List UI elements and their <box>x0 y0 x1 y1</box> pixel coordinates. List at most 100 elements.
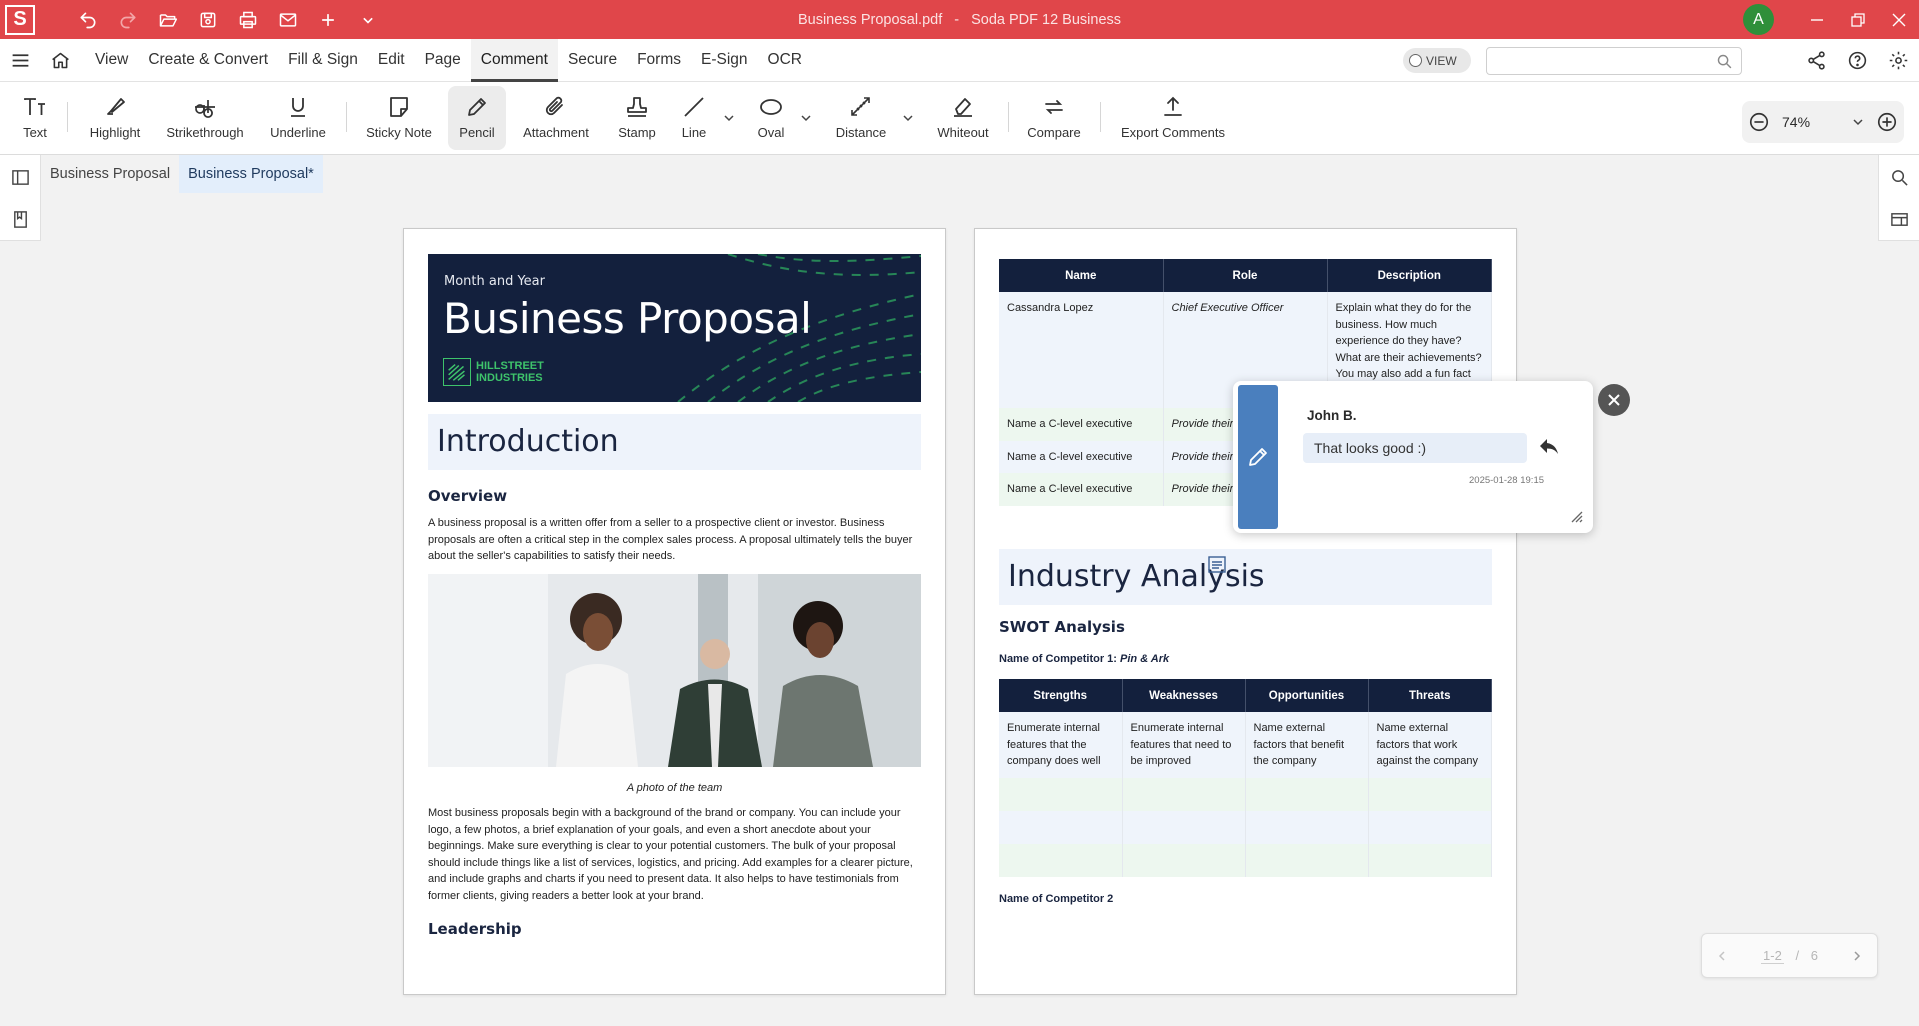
comment-author: John B. <box>1307 408 1357 423</box>
team-photo <box>428 574 921 767</box>
sticky-note-tool[interactable]: Sticky Note <box>362 86 436 150</box>
whiteout-tool[interactable]: Whiteout <box>932 86 994 150</box>
redo-icon[interactable] <box>108 0 148 39</box>
strikethrough-tool[interactable]: Strikethrough <box>160 86 250 150</box>
export-comments-tool[interactable]: Export Comments <box>1118 86 1228 150</box>
distance-options-chevron-icon[interactable] <box>902 112 914 124</box>
previous-page-icon[interactable] <box>1716 950 1728 962</box>
next-page-icon[interactable] <box>1851 950 1863 962</box>
overview-paragraph: A business proposal is a written offer f… <box>428 517 913 562</box>
email-icon[interactable] <box>268 0 308 39</box>
toolbar-divider <box>1100 102 1101 132</box>
swot-opportunities-cell: Name external factors that benefit the c… <box>1245 712 1369 778</box>
zoom-select[interactable]: 74% <box>1776 114 1870 130</box>
zoom-value: 74% <box>1782 114 1811 130</box>
undo-icon[interactable] <box>68 0 108 39</box>
zoom-in-icon[interactable] <box>1870 101 1904 143</box>
home-icon[interactable] <box>40 39 80 82</box>
minimize-icon[interactable] <box>1796 0 1837 39</box>
hamburger-menu-icon[interactable] <box>0 39 40 82</box>
page-indicator: 1-2 / 6 <box>1761 948 1818 964</box>
stamp-tool[interactable]: Stamp <box>612 86 662 150</box>
menu-create-convert[interactable]: Create & Convert <box>138 39 278 82</box>
introduction-heading-band: Introduction <box>428 414 921 470</box>
share-icon[interactable] <box>1796 39 1837 82</box>
file-name: Business Proposal.pdf <box>797 11 943 28</box>
sticky-note-icon <box>390 97 408 117</box>
text-tool[interactable]: Text <box>13 86 57 150</box>
distance-tool[interactable]: Distance <box>828 86 894 150</box>
compare-tool[interactable]: Compare <box>1024 86 1084 150</box>
export-comments-tool-label: Export Comments <box>1120 125 1226 140</box>
comment-note-icon[interactable] <box>1207 555 1227 575</box>
close-comment-button[interactable] <box>1598 384 1630 416</box>
find-search-icon[interactable] <box>1879 157 1919 197</box>
chevron-down-icon[interactable] <box>348 0 388 39</box>
line-options-chevron-icon[interactable] <box>723 112 735 124</box>
resize-grip-icon[interactable] <box>1569 509 1583 523</box>
toolbar-divider <box>346 102 347 132</box>
user-avatar[interactable]: A <box>1743 4 1774 35</box>
oval-options-chevron-icon[interactable] <box>800 112 812 124</box>
swot-weaknesses-cell: Enumerate internal features that need to… <box>1122 712 1246 778</box>
line-tool[interactable]: Line <box>674 86 714 150</box>
highlight-tool[interactable]: Highlight <box>82 86 148 150</box>
bookmark-panel-icon[interactable] <box>0 199 41 239</box>
tab-business-proposal-modified[interactable]: Business Proposal* <box>179 155 323 193</box>
pencil-tool[interactable]: Pencil <box>448 86 506 150</box>
search-input[interactable] <box>1487 48 1707 74</box>
menu-ocr[interactable]: OCR <box>758 39 812 82</box>
settings-gear-icon[interactable] <box>1878 39 1919 82</box>
swot-table: Strengths Weaknesses Opportunities Threa… <box>999 679 1492 877</box>
app-logo[interactable]: S <box>5 4 35 35</box>
zoom-chevron-down-icon <box>1853 119 1863 126</box>
current-page-input[interactable]: 1-2 <box>1761 948 1784 964</box>
side-panel-icon[interactable] <box>1879 199 1919 239</box>
compare-arrows-icon <box>1045 100 1063 114</box>
competitor-2-label: Name of Competitor 2 <box>999 893 1114 905</box>
leadership-heading: Leadership <box>428 920 522 938</box>
document-tabs: Business Proposal Business Proposal* <box>41 155 323 195</box>
menu-fill-sign[interactable]: Fill & Sign <box>278 39 368 82</box>
search-icon[interactable] <box>1716 53 1733 70</box>
restore-icon[interactable] <box>1837 0 1878 39</box>
cover-title: Business Proposal <box>443 294 812 343</box>
help-icon[interactable] <box>1837 39 1878 82</box>
comment-text[interactable]: That looks good :) <box>1303 433 1527 463</box>
attachment-tool[interactable]: Attachment <box>518 86 594 150</box>
cover-kicker: Month and Year <box>444 274 545 289</box>
view-toggle-label: VIEW <box>1426 53 1457 68</box>
underline-icon <box>291 98 305 117</box>
team-member-name: Name a C-level executive <box>999 473 1164 506</box>
close-x-icon <box>1608 394 1620 406</box>
menu-forms[interactable]: Forms <box>627 39 691 82</box>
oval-tool-label: Oval <box>757 125 785 140</box>
open-folder-icon[interactable] <box>148 0 188 39</box>
annotation-type-strip <box>1238 385 1278 529</box>
underline-tool[interactable]: Underline <box>262 86 334 150</box>
reply-icon[interactable] <box>1537 434 1561 458</box>
ruler-distance-icon <box>851 97 870 116</box>
attachment-tool-label: Attachment <box>523 125 589 140</box>
search-box <box>1486 47 1742 75</box>
column-header: Role <box>1163 259 1328 292</box>
menu-e-sign[interactable]: E-Sign <box>691 39 758 82</box>
menu-view[interactable]: View <box>85 39 138 82</box>
comment-popup: John B. That looks good :) 2025-01-28 19… <box>1233 381 1593 533</box>
industry-analysis-heading-band: Industry Analysis <box>999 549 1492 605</box>
print-icon[interactable] <box>228 0 268 39</box>
toggle-sidebar-icon[interactable] <box>0 157 41 197</box>
oval-tool[interactable]: Oval <box>749 86 793 150</box>
view-mode-toggle[interactable]: VIEW <box>1403 48 1471 73</box>
paperclip-icon <box>545 96 563 116</box>
team-member-name: Name a C-level executive <box>999 440 1164 473</box>
menu-secure[interactable]: Secure <box>558 39 627 82</box>
menu-page[interactable]: Page <box>415 39 471 82</box>
menu-comment[interactable]: Comment <box>470 38 559 82</box>
menu-edit[interactable]: Edit <box>368 39 415 82</box>
zoom-out-icon[interactable] <box>1742 101 1776 143</box>
close-icon[interactable] <box>1878 0 1919 39</box>
add-icon[interactable] <box>308 0 348 39</box>
tab-business-proposal[interactable]: Business Proposal <box>41 155 179 193</box>
save-icon[interactable] <box>188 0 228 39</box>
